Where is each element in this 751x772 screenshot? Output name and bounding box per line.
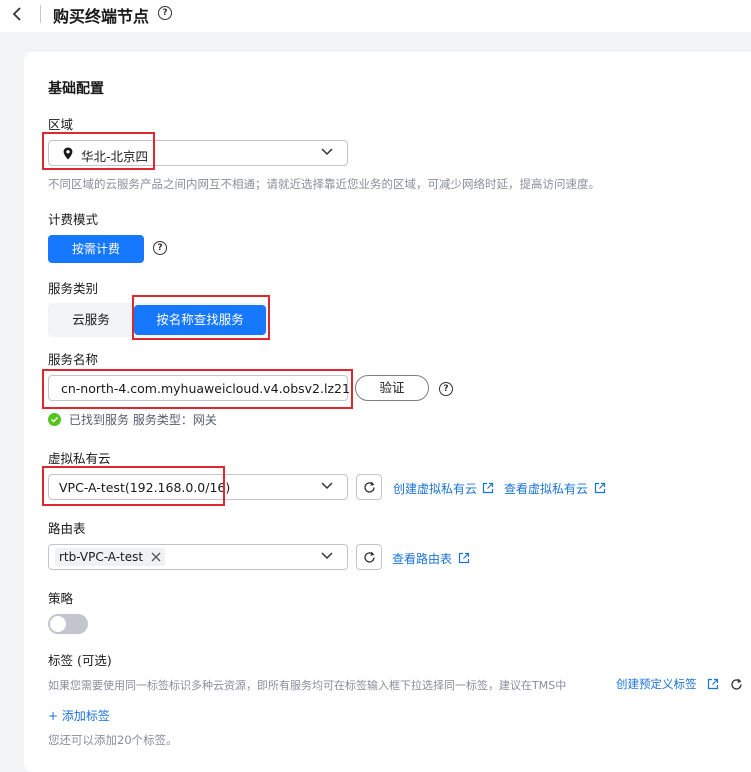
help-icon[interactable]: ?: [439, 382, 453, 396]
add-tag-button[interactable]: + 添加标签: [48, 707, 110, 724]
tags-remaining: 您还可以添加20个标签。: [48, 733, 178, 747]
highlight-box: [42, 132, 155, 170]
chevron-down-icon: [321, 482, 333, 490]
service-status: 已找到服务 服务类型：网关: [69, 413, 217, 427]
region-hint: 不同区域的云服务产品之间内网互不相通；请就近选择靠近您业务的区域，可减少网络时延…: [48, 177, 600, 191]
basic-config-card: 基础配置 区域 华北-北京四 不同区域的云服务产品之间内网互不相通；请就近选择靠…: [24, 52, 751, 772]
verify-button[interactable]: 验证: [355, 375, 429, 401]
close-icon[interactable]: [151, 552, 161, 562]
divider: [40, 5, 41, 23]
external-link-icon[interactable]: [482, 482, 494, 494]
view-route-table-link[interactable]: 查看路由表: [392, 550, 452, 567]
route-table-tag: rtb-VPC-A-test: [55, 548, 165, 566]
highlight-box: [42, 369, 353, 409]
refresh-route-table-button[interactable]: [356, 544, 382, 570]
refresh-icon[interactable]: [730, 678, 743, 691]
help-icon[interactable]: ?: [158, 6, 172, 20]
view-vpc-link[interactable]: 查看虚拟私有云: [504, 480, 588, 497]
page-title: 购买终端节点: [53, 7, 150, 26]
route-table-select[interactable]: rtb-VPC-A-test: [48, 544, 348, 570]
external-link-icon[interactable]: [458, 552, 470, 564]
back-arrow-icon[interactable]: [10, 6, 26, 22]
refresh-icon: [364, 551, 375, 563]
create-vpc-link[interactable]: 创建虚拟私有云: [393, 480, 477, 497]
service-type-label: 服务类别: [48, 281, 99, 296]
create-tag-link[interactable]: 创建预定义标签: [616, 676, 697, 692]
policy-label: 策略: [48, 591, 74, 606]
route-table-label: 路由表: [48, 521, 86, 536]
service-name-label: 服务名称: [48, 352, 99, 367]
external-link-icon[interactable]: [707, 678, 719, 690]
tags-hint: 如果您需要使用同一标签标识多种云资源，即所有服务均可在标签输入框下拉选择同一标签…: [48, 679, 567, 692]
billing-label: 计费模式: [48, 212, 99, 227]
on-demand-button[interactable]: 按需计费: [48, 235, 144, 263]
refresh-icon: [364, 481, 375, 493]
tab-cloud-service[interactable]: 云服务: [48, 303, 134, 337]
policy-toggle[interactable]: [48, 614, 88, 634]
check-circle-icon: [48, 413, 61, 426]
external-link-icon[interactable]: [594, 482, 606, 494]
help-icon[interactable]: ?: [153, 241, 167, 255]
toggle-knob: [50, 616, 66, 632]
route-table-tag-label: rtb-VPC-A-test: [59, 550, 144, 564]
chevron-down-icon: [321, 552, 333, 560]
refresh-vpc-button[interactable]: [356, 474, 382, 500]
tags-label: 标签 (可选): [48, 653, 112, 668]
region-label: 区域: [48, 117, 74, 132]
highlight-box: [42, 466, 225, 506]
top-bar: 购买终端节点 ?: [0, 0, 751, 32]
vpc-label: 虚拟私有云: [48, 451, 111, 466]
highlight-box: [132, 295, 270, 340]
section-title: 基础配置: [48, 81, 104, 97]
chevron-down-icon: [321, 148, 333, 156]
